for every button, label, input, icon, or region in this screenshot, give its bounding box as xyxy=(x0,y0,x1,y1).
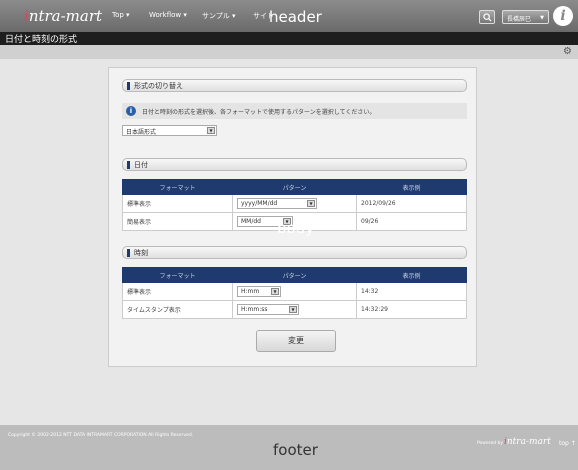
back-to-top-link[interactable]: top ↑ xyxy=(559,440,576,447)
column-header: パターン xyxy=(232,267,357,283)
copyright-text: Copyright © 2002-2012 NTT DATA INTRAMART… xyxy=(8,433,194,438)
header-bar: intra-mart Top ▾ Workflow ▾ サンプル ▾ サイト h… xyxy=(0,0,578,32)
footer-label: footer xyxy=(273,441,318,459)
nav-sample[interactable]: サンプル ▾ xyxy=(202,11,236,21)
nav-top[interactable]: Top ▾ xyxy=(112,11,130,19)
body-label: body xyxy=(277,219,315,237)
nav-workflow[interactable]: Workflow ▾ xyxy=(149,11,187,19)
column-header: 表示例 xyxy=(356,179,467,195)
chevron-down-icon: ▼ xyxy=(271,288,279,295)
table-row: 標準表示 H:mm ▼ 14:32 xyxy=(122,282,467,301)
sub-toolbar: ⚙ xyxy=(0,45,578,59)
info-message: i 日付と時刻の形式を選択後、各フォーマットで使用するパターンを選択してください… xyxy=(122,103,467,119)
logo-text: ntra-mart xyxy=(28,7,103,25)
chevron-down-icon: ▼ xyxy=(540,15,544,21)
gear-icon[interactable]: ⚙ xyxy=(563,46,572,57)
table-row: タイムスタンプ表示 H:mm:ss ▼ 14:32:29 xyxy=(122,300,467,319)
intra-mart-logo[interactable]: intra-mart xyxy=(24,7,102,25)
user-name: 長橋辰巳 xyxy=(507,16,532,23)
section-title: 日付 xyxy=(134,161,148,169)
chevron-down-icon: ▼ xyxy=(307,200,315,207)
change-button[interactable]: 変更 xyxy=(256,330,336,352)
format-select[interactable]: 日本語形式 ▼ xyxy=(122,125,217,136)
content-area: ⚙ 形式の切り替え i 日付と時刻の形式を選択後、各フォーマットで使用するパター… xyxy=(0,45,578,425)
chevron-down-icon: ▼ xyxy=(289,306,297,313)
info-icon[interactable]: i xyxy=(553,6,573,26)
search-icon xyxy=(482,13,492,22)
section-title: 形式の切り替え xyxy=(134,82,183,90)
page-title: 日付と時刻の形式 xyxy=(5,35,78,45)
table-row: 標準表示 yyyy/MM/dd ▼ 2012/09/26 xyxy=(122,194,467,213)
time-pattern-select[interactable]: H:mm ▼ xyxy=(237,286,281,297)
column-header: 表示例 xyxy=(356,267,467,283)
search-button[interactable] xyxy=(479,10,495,24)
time-pattern-select[interactable]: H:mm:ss ▼ xyxy=(237,304,299,315)
section-date: 日付 xyxy=(122,158,467,171)
user-menu-button[interactable]: 長橋辰巳 ▼ xyxy=(502,10,549,24)
settings-panel: 形式の切り替え i 日付と時刻の形式を選択後、各フォーマットで使用するパターンを… xyxy=(108,67,477,367)
column-header: フォーマット xyxy=(122,179,233,195)
chevron-down-icon: ▼ xyxy=(207,127,215,134)
powered-by-text: Powered by xyxy=(477,441,504,446)
info-icon: i xyxy=(126,106,136,116)
column-header: パターン xyxy=(232,179,357,195)
section-format-switch: 形式の切り替え xyxy=(122,79,467,92)
time-format-table: フォーマット パターン 表示例 標準表示 H:mm ▼ 14:32 タイムスタンプ… xyxy=(122,267,467,319)
column-header: フォーマット xyxy=(122,267,233,283)
footer-bar: Copyright © 2002-2012 NTT DATA INTRAMART… xyxy=(0,425,578,470)
info-text: 日付と時刻の形式を選択後、各フォーマットで使用するパターンを選択してください。 xyxy=(142,109,376,116)
header-label: header xyxy=(269,8,322,26)
section-time: 時刻 xyxy=(122,246,467,259)
section-title: 時刻 xyxy=(134,249,148,257)
footer-intra-mart-logo[interactable]: intra-mart xyxy=(504,437,551,447)
page-title-bar: 日付と時刻の形式 xyxy=(0,32,578,45)
date-pattern-select[interactable]: yyyy/MM/dd ▼ xyxy=(237,198,317,209)
